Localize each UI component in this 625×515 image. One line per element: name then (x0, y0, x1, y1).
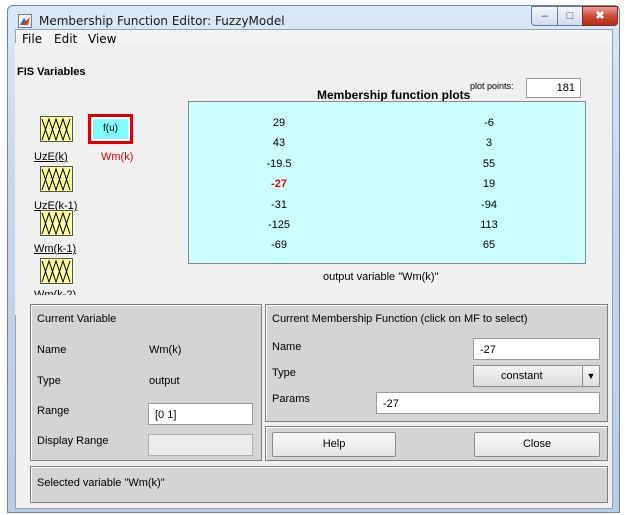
mf-value-right-3[interactable]: 55 (449, 158, 529, 170)
cv-range-label: Range (37, 405, 70, 417)
input-label-uze-k[interactable]: UzE(k) (34, 151, 68, 163)
mf-value-left-3[interactable]: -19.5 (239, 158, 319, 170)
mf-value-left-4-selected[interactable]: -27 (239, 178, 319, 190)
mf-value-right-1[interactable]: -6 (449, 117, 529, 129)
close-window-button[interactable]: ✖ (582, 6, 618, 26)
mf-type-value: constant (501, 370, 543, 382)
input-label-wm-k-1[interactable]: Wm(k-1) (34, 243, 76, 255)
output-variable-box[interactable]: f(u) (88, 114, 133, 144)
current-mf-header: Current Membership Function (click on MF… (272, 313, 528, 325)
mf-value-left-1[interactable]: 29 (239, 117, 319, 129)
plot-title: Membership function plots (317, 88, 471, 102)
cv-display-range-input[interactable] (148, 434, 253, 456)
matlab-app-icon (18, 14, 32, 28)
close-button[interactable]: Close (474, 432, 600, 457)
input-mf-icon-4[interactable] (40, 258, 73, 284)
plot-points-label: plot points: (470, 81, 514, 91)
status-text: Selected variable "Wm(k)" (37, 477, 165, 489)
help-button[interactable]: Help (272, 432, 396, 457)
plot-points-input[interactable]: 181 (526, 78, 581, 98)
cv-range-input[interactable]: [0 1] (148, 403, 253, 425)
mf-name-label: Name (272, 341, 302, 353)
mf-name-input[interactable]: -27 (473, 338, 600, 360)
current-variable-header: Current Variable (37, 313, 117, 325)
cv-type-label: Type (37, 375, 61, 387)
plot-output-caption: output variable "Wm(k)" (323, 271, 439, 283)
output-fn-label: f(u) (93, 119, 128, 139)
mf-type-select[interactable]: constant ▼ (473, 365, 600, 387)
minimize-button[interactable]: – (531, 6, 558, 26)
window-title: Membership Function Editor: FuzzyModel (39, 14, 285, 28)
input-mf-icon-1[interactable] (40, 116, 73, 142)
output-variable-name[interactable]: Wm(k) (101, 151, 133, 163)
cv-name-value: Wm(k) (149, 344, 182, 356)
maximize-button[interactable]: □ (557, 6, 583, 26)
mf-value-right-4[interactable]: 19 (449, 178, 529, 190)
input-label-wm-k-2[interactable]: Wm(k-2) (34, 289, 76, 295)
mf-value-left-6[interactable]: -125 (239, 219, 319, 231)
mf-plot-area[interactable]: 29 43 -19.5 -27 -31 -125 -69 -6 3 55 19 … (188, 101, 586, 264)
mf-value-right-2[interactable]: 3 (449, 137, 529, 149)
mf-params-label: Params (272, 393, 310, 405)
input-mf-icon-2[interactable] (40, 166, 73, 192)
cv-name-label: Name (37, 344, 67, 356)
cv-display-range-label: Display Range (37, 435, 109, 447)
mf-value-right-7[interactable]: 65 (449, 239, 529, 251)
mf-params-input[interactable]: -27 (376, 392, 600, 414)
mf-value-left-7[interactable]: -69 (239, 239, 319, 251)
mf-value-left-5[interactable]: -31 (239, 199, 319, 211)
mf-value-right-5[interactable]: -94 (449, 199, 529, 211)
cv-type-value: output (149, 375, 180, 387)
mf-type-label: Type (272, 367, 296, 379)
dropdown-arrow-icon[interactable]: ▼ (582, 366, 599, 386)
input-mf-icon-3[interactable] (40, 210, 73, 236)
mf-value-right-6[interactable]: 113 (449, 219, 529, 231)
fis-variables-title: FIS Variables (17, 66, 86, 78)
mf-value-left-2[interactable]: 43 (239, 137, 319, 149)
